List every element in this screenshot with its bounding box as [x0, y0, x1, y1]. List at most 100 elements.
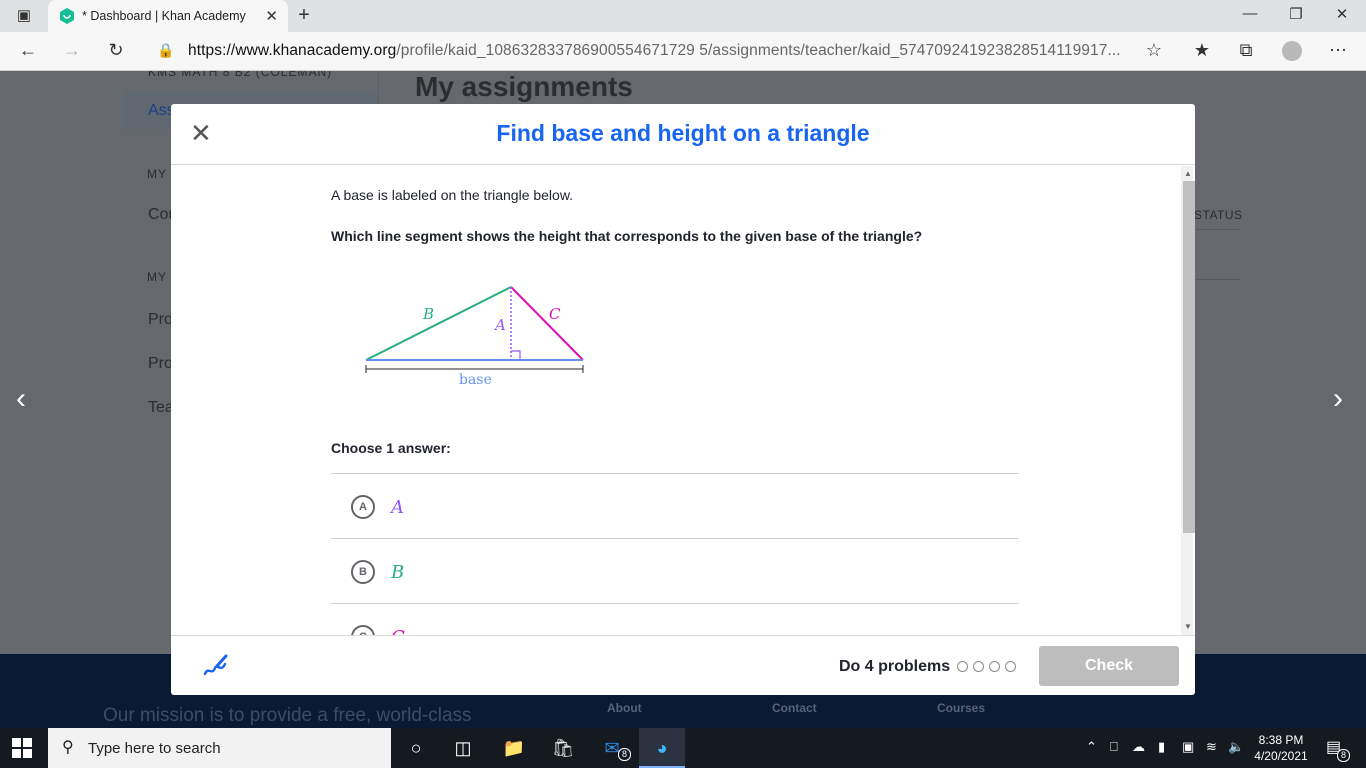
new-tab-icon[interactable]: + — [294, 4, 314, 27]
browser-tab[interactable]: * Dashboard | Khan Academy ✕ — [48, 0, 288, 32]
choice-b[interactable]: B B — [331, 540, 1019, 604]
progress-dot — [973, 661, 984, 672]
refresh-icon[interactable]: ↻ — [104, 40, 128, 61]
tab-actions-icon[interactable]: ▣ — [14, 6, 34, 24]
progress-dots — [957, 661, 1016, 672]
progress-dot — [1005, 661, 1016, 672]
restore-icon[interactable]: ❐ — [1286, 5, 1306, 23]
choice-c-radio[interactable]: C — [351, 625, 375, 635]
windows-taskbar: ⚲ Type here to search ○ ◫ 📁 🛍 ✉ 8 ◕ ⌃ ⎕ … — [0, 728, 1366, 768]
page-heading: My assignments — [415, 71, 633, 102]
close-window-icon[interactable]: ✕ — [1332, 5, 1352, 23]
tab-close-icon[interactable]: ✕ — [265, 7, 278, 25]
choice-c[interactable]: C C — [331, 605, 1019, 635]
progress-dot — [957, 661, 968, 672]
browser-navbar: ← → ↻ 🔒 https://www.khanacademy.org/prof… — [0, 32, 1366, 71]
search-icon: ⚲ — [62, 739, 74, 756]
previous-arrow-icon[interactable]: ‹ — [16, 384, 26, 414]
task-view-icon[interactable]: ◫ — [451, 736, 475, 760]
battery-icon[interactable]: ▮ — [1158, 739, 1165, 755]
progress-dot — [989, 661, 1000, 672]
wifi-icon[interactable]: ≋ — [1206, 739, 1217, 755]
sidebar-section-my-2: MY — [147, 270, 167, 284]
table-rule — [1195, 229, 1240, 230]
choice-a[interactable]: A A — [331, 475, 1019, 539]
scroll-down-icon[interactable]: ▼ — [1184, 622, 1192, 631]
windows-start-icon[interactable] — [12, 738, 32, 758]
choice-a-value: A — [391, 496, 404, 518]
lock-icon[interactable]: 🔒 — [154, 42, 178, 59]
clock-date: 4/20/2021 — [1254, 749, 1308, 763]
tab-title: * Dashboard | Khan Academy — [82, 9, 246, 23]
footer-link-contact[interactable]: Contact — [772, 701, 817, 715]
modal-scrollbar[interactable]: ▲ ▼ — [1181, 166, 1195, 635]
triangle-diagram: B A C base — [365, 286, 584, 388]
modal-title: Find base and height on a triangle — [496, 120, 870, 146]
exercise-modal: ✕ Find base and height on a triangle A b… — [171, 104, 1195, 695]
question-text: Which line segment shows the height that… — [331, 228, 923, 244]
modal-body: A base is labeled on the triangle below.… — [171, 166, 1195, 635]
forward-icon[interactable]: → — [60, 40, 84, 61]
label-base: base — [459, 372, 492, 388]
scroll-up-icon[interactable]: ▲ — [1184, 169, 1192, 178]
footer-mission: Our mission is to provide a free, world-… — [103, 705, 472, 726]
segment-b — [365, 286, 512, 361]
choice-b-radio[interactable]: B — [351, 560, 375, 584]
check-button[interactable]: Check — [1039, 646, 1179, 686]
edge-taskbar-active[interactable]: ◕ — [639, 728, 685, 768]
url-path: /profile/kaid_108632833786900554671729 5… — [396, 42, 1121, 59]
choice-divider — [331, 603, 1019, 604]
choice-divider — [331, 473, 1019, 474]
choose-label: Choose 1 answer: — [331, 440, 451, 456]
scroll-thumb[interactable] — [1183, 181, 1195, 533]
more-menu-icon[interactable]: ⋯ — [1326, 40, 1350, 61]
scratchpad-pencil-icon[interactable] — [202, 652, 228, 678]
footer-link-courses[interactable]: Courses — [937, 701, 985, 715]
minimize-icon[interactable]: — — [1240, 5, 1260, 22]
modal-header: ✕ Find base and height on a triangle — [171, 104, 1195, 165]
sidebar-item-pro-2[interactable]: Pro — [148, 355, 173, 373]
favorites-icon[interactable]: ★ — [1190, 40, 1214, 61]
do-problems-label: Do 4 problems — [839, 658, 951, 675]
footer-link-about[interactable]: About — [607, 701, 642, 715]
meet-now-icon[interactable]: ⎕ — [1110, 739, 1118, 755]
intro-text: A base is labeled on the triangle below. — [331, 187, 574, 203]
taskbar-clock[interactable]: 8:38 PM 4/20/2021 — [1248, 732, 1314, 764]
show-hidden-icons-icon[interactable]: ⌃ — [1086, 739, 1097, 755]
store-icon[interactable]: 🛍 — [551, 736, 575, 760]
choice-a-radio[interactable]: A — [351, 495, 375, 519]
search-placeholder: Type here to search — [88, 739, 221, 757]
khan-academy-favicon-icon — [60, 8, 74, 24]
right-angle-mark — [511, 350, 521, 360]
edge-icon[interactable]: ◕ — [650, 736, 674, 760]
label-b: B — [422, 305, 434, 323]
profile-avatar[interactable] — [1282, 41, 1302, 61]
defender-icon[interactable]: ▣ — [1182, 739, 1194, 755]
label-a: A — [493, 316, 506, 334]
address-bar[interactable]: https://www.khanacademy.org/profile/kaid… — [188, 42, 1121, 60]
mail-badge: 8 — [618, 748, 632, 761]
table-rule — [1195, 279, 1240, 280]
collections-icon[interactable]: ⧉ — [1234, 40, 1258, 61]
cortana-icon[interactable]: ○ — [404, 736, 428, 760]
clock-time: 8:38 PM — [1258, 733, 1304, 747]
add-favorite-icon[interactable]: ☆ — [1142, 40, 1166, 61]
status-column-header: STATUS — [1194, 208, 1243, 222]
browser-titlebar: ▣ * Dashboard | Khan Academy ✕ + — ❐ ✕ — [0, 0, 1366, 32]
label-c: C — [549, 305, 561, 323]
back-icon[interactable]: ← — [16, 40, 40, 61]
taskbar-search-input[interactable]: ⚲ Type here to search — [48, 728, 391, 768]
sidebar-item-pro-1[interactable]: Pro — [148, 311, 173, 329]
modal-footer: Do 4 problems Check — [171, 635, 1195, 695]
volume-icon[interactable]: 🔈 — [1228, 739, 1244, 755]
url-host: https://www.khanacademy.org — [188, 42, 397, 59]
notification-badge: 8 — [1337, 749, 1351, 762]
next-arrow-icon[interactable]: › — [1333, 384, 1343, 414]
sidebar-item-tea[interactable]: Tea — [148, 399, 174, 417]
onedrive-icon[interactable]: ☁ — [1132, 739, 1145, 755]
choice-b-value: B — [391, 561, 405, 583]
segment-c — [510, 286, 584, 361]
choice-divider — [331, 538, 1019, 539]
choice-c-value: C — [391, 627, 405, 636]
file-explorer-icon[interactable]: 📁 — [502, 736, 526, 760]
